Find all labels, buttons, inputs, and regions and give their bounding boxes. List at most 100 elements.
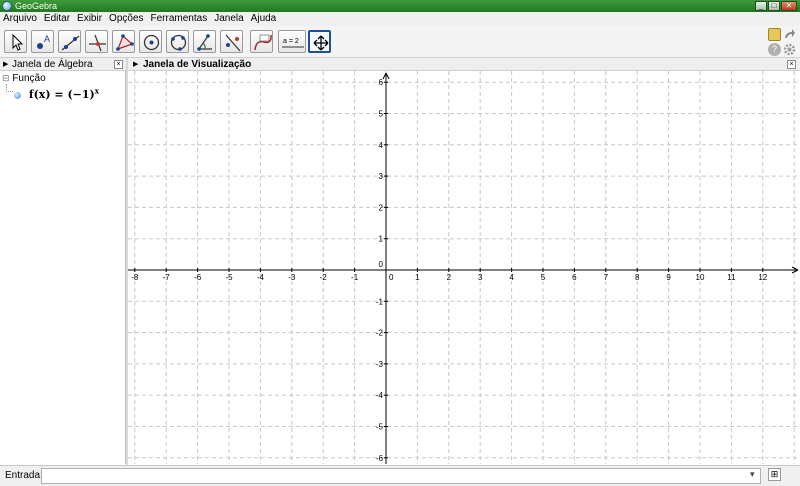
x-tick-label: 10 [696, 273, 705, 282]
y-tick-label: -6 [376, 454, 384, 463]
menu-arquivo[interactable]: Arquivo [3, 12, 37, 26]
settings-icon[interactable] [783, 43, 796, 56]
redo-icon[interactable] [783, 28, 796, 41]
perpendicular-tool-button[interactable] [85, 30, 108, 53]
algebra-panel-title: Janela de Álgebra [12, 59, 93, 70]
coordinate-plane[interactable]: -8 -7 -6 -5 -4 -3 -2 -1 0 1 2 3 4 5 6 7 8 9 10 11 12 6543210… [128, 71, 800, 464]
slider-tool-label: a = 2 [283, 38, 299, 45]
menu-ajuda[interactable]: Ajuda [251, 12, 277, 26]
input-bar: Entrada: ▾ ⊞ [0, 465, 800, 486]
x-tick-label: -8 [131, 273, 139, 282]
perpendicular-line-icon [89, 34, 106, 52]
list-item[interactable]: f(x) = (−1)x [14, 86, 99, 101]
graphics-view[interactable]: -8 -7 -6 -5 -4 -3 -2 -1 0 1 2 3 4 5 6 7 8 9 10 11 12 6543210… [128, 71, 800, 464]
window-title: GeoGebra [15, 1, 58, 11]
x-tick-label: 11 [727, 273, 736, 282]
collapse-icon[interactable]: ⊟ [2, 73, 10, 83]
point-tool-label: A [44, 34, 50, 44]
menu-janela[interactable]: Janela [214, 12, 243, 26]
x-tick-label: 4 [509, 273, 514, 282]
slider-tool-button[interactable] [250, 30, 273, 53]
reflect-tool-button[interactable] [220, 30, 243, 53]
input-help-button[interactable]: ⊞ [768, 468, 781, 481]
x-tick-label: 5 [541, 273, 546, 282]
grid-lines [128, 71, 800, 464]
function-equals: = [54, 87, 64, 101]
y-tick-label: -3 [376, 360, 384, 369]
collapse-arrow-icon[interactable]: ▶ [3, 58, 8, 71]
x-tick-label: -2 [320, 273, 328, 282]
ellipse-tool-button[interactable] [166, 30, 189, 53]
y-tick-label: 1 [379, 235, 384, 244]
group-label: Função [12, 73, 46, 84]
x-tick-label: 12 [758, 273, 767, 282]
title-bar: GeoGebra _ □ ✕ [0, 0, 800, 12]
line-tool-button[interactable] [58, 30, 81, 53]
window-controls: _ □ ✕ [755, 1, 797, 11]
input-label: Entrada: [5, 470, 43, 481]
y-tick-label: 0 [379, 260, 384, 269]
y-tick-label: -2 [376, 329, 384, 338]
menu-exibir[interactable]: Exibir [77, 12, 102, 26]
function-base: (−1) [67, 87, 95, 101]
x-axis-tick-labels: -8 -7 -6 -5 -4 -3 -2 -1 0 1 2 3 4 5 6 7 8 9 10 11 12 [131, 273, 768, 282]
x-tick-label: 3 [478, 273, 483, 282]
x-tick-label: 1 [415, 273, 420, 282]
angle-tool-button[interactable] [193, 30, 216, 53]
arrow-cursor-icon [12, 33, 24, 51]
x-tick-label: 7 [604, 273, 609, 282]
algebra-close-button[interactable]: × [114, 60, 123, 69]
y-tick-label: 3 [379, 172, 384, 181]
function-exponent: x [94, 86, 99, 95]
undo-icon[interactable] [768, 28, 781, 41]
y-tick-label: 5 [379, 110, 384, 119]
input-field[interactable] [41, 468, 761, 484]
point-icon: A [37, 34, 50, 49]
graphics-close-button[interactable]: × [787, 60, 796, 69]
angle-icon [197, 34, 212, 51]
tree-connector [6, 84, 13, 92]
y-tick-label: 4 [379, 141, 384, 150]
x-tick-label: 6 [572, 273, 577, 282]
point-tool-button[interactable]: A [31, 30, 54, 53]
menu-bar: Arquivo Editar Exibir Opções Ferramentas… [0, 12, 800, 26]
polygon-tool-button[interactable] [112, 30, 135, 53]
move-cross-icon [313, 35, 329, 51]
move-tool-button[interactable] [4, 30, 27, 53]
x-tick-label: -5 [225, 273, 233, 282]
close-window-button[interactable]: ✕ [781, 1, 797, 11]
x-tick-label: -3 [288, 273, 296, 282]
toolbar: A a = 2 ? [0, 26, 800, 58]
slider-curve-icon [254, 34, 272, 51]
text-slider-icon: a = 2 [282, 38, 304, 48]
minimize-button[interactable]: _ [755, 1, 767, 11]
x-tick-label: 9 [666, 273, 671, 282]
menu-editar[interactable]: Editar [44, 12, 70, 26]
x-tick-label: 0 [389, 273, 394, 282]
maximize-button[interactable]: □ [768, 1, 780, 11]
y-tick-label: -1 [376, 297, 384, 306]
menu-opcoes[interactable]: Opções [109, 12, 143, 26]
polygon-icon [116, 34, 134, 51]
input-dropdown-icon[interactable]: ▾ [750, 469, 755, 480]
collapse-arrow-icon[interactable]: ▶ [133, 58, 138, 71]
x-tick-label: -6 [194, 273, 202, 282]
reflect-line-icon [225, 34, 241, 52]
x-tick-label: -1 [351, 273, 359, 282]
move-graphics-tool-button[interactable] [308, 30, 331, 53]
y-tick-label: 6 [379, 78, 384, 87]
line-icon [61, 35, 80, 51]
circle-center-icon [143, 34, 160, 51]
x-tick-label: -7 [163, 273, 171, 282]
input-box-tool-button[interactable]: a = 2 [278, 30, 306, 53]
algebra-view: ⊟ Função f(x) = (−1)x [0, 71, 126, 464]
graphics-panel-title: Janela de Visualização [143, 59, 252, 70]
circle-tool-button[interactable] [139, 30, 162, 53]
help-icon[interactable]: ? [768, 43, 781, 56]
visibility-toggle-icon[interactable] [14, 91, 21, 99]
x-tick-label: 2 [447, 273, 452, 282]
graphics-panel-header: ▶ Janela de Visualização × [128, 58, 800, 71]
menu-ferramentas[interactable]: Ferramentas [151, 12, 208, 26]
tree-group-funcao[interactable]: ⊟ Função [2, 73, 46, 84]
algebra-panel-header: ▶ Janela de Álgebra × [0, 58, 126, 71]
